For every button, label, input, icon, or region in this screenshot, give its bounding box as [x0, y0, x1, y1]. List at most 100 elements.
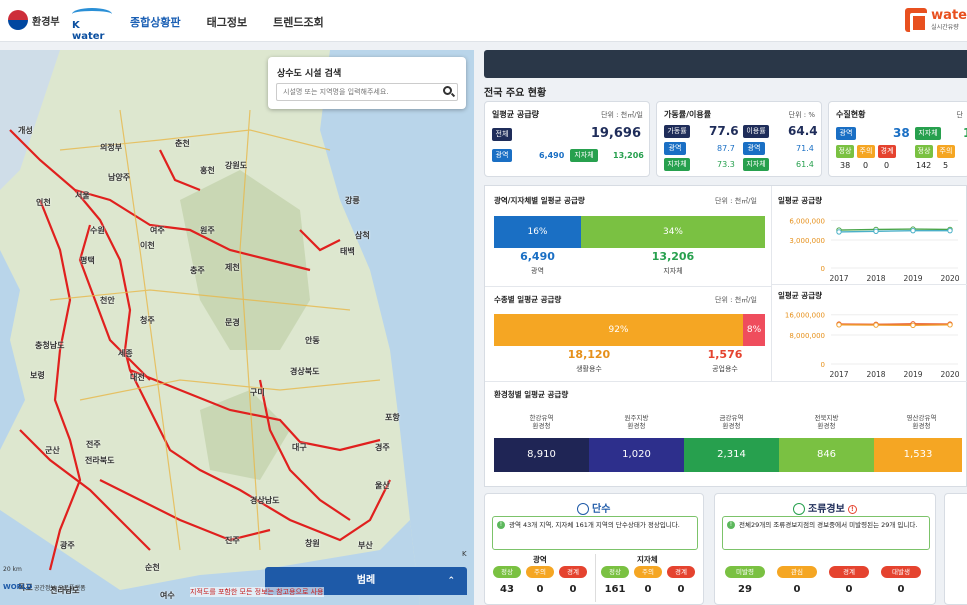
map-place-label[interactable]: 강원도	[225, 160, 247, 171]
map-place-label[interactable]: 천안	[100, 295, 115, 306]
map-place-label[interactable]: 충주	[190, 265, 205, 276]
cut-tag-caution: 주의	[634, 566, 662, 578]
map-place-label[interactable]: 경상북도	[290, 366, 319, 377]
map-place-label[interactable]: 원주	[200, 225, 215, 236]
algae-alert-card[interactable]: 조류경보! ! 전체29개의 조류경보지점의 경보중에서 미발령된는 29개 입니…	[714, 493, 936, 605]
kwater-logo[interactable]: K water	[72, 8, 114, 42]
local-share-bar[interactable]: 34%	[581, 216, 765, 248]
map-place-label[interactable]: 충청남도	[35, 340, 64, 351]
supply-card[interactable]: 일평균 공급량 단위 : 천㎥/일 전체 19,696 광역 6,490 지자체…	[484, 101, 650, 177]
env-agency-bar[interactable]: 1,533	[874, 438, 962, 472]
quality-tag-caution: 주의	[937, 145, 955, 158]
map-place-label[interactable]: 남양주	[108, 172, 130, 183]
industrial-share-bar[interactable]: 8%	[743, 314, 765, 346]
ministry-name: 환경부	[32, 16, 60, 28]
map-place-label[interactable]: 강릉	[345, 195, 360, 206]
supply-trend-chart-1[interactable]: 6,000,000 3,000,000 0 2017 2018 2019 2020	[771, 206, 967, 284]
map-place-label[interactable]: 경주	[375, 442, 390, 453]
map-place-label[interactable]: 창원	[305, 538, 320, 549]
operation-card[interactable]: 가동률/이용률 단위 : % 가동률 77.6 이용률 64.4 광역 87.7…	[656, 101, 822, 177]
alert-icon[interactable]: !	[847, 504, 857, 514]
data-point[interactable]	[947, 227, 953, 234]
map-place-label[interactable]: 경상남도	[250, 495, 279, 506]
brand-logo[interactable]: wate 실시간유량	[905, 8, 967, 33]
map-place-label[interactable]: 대구	[292, 442, 307, 453]
cut-tag-warning: 경계	[667, 566, 695, 578]
y-tick-label: 8,000,000	[789, 332, 825, 340]
map-place-label[interactable]: 광주	[60, 540, 75, 551]
domestic-share-bar[interactable]: 92%	[494, 314, 743, 346]
series-line[interactable]	[838, 228, 951, 231]
env-agency-bar[interactable]: 8,910	[494, 438, 589, 472]
world-logo: WORLD	[3, 583, 33, 591]
env-agency-bar[interactable]: 846	[779, 438, 874, 472]
map-place-label[interactable]: 인천	[36, 197, 51, 208]
map-place-label[interactable]: 구미	[250, 387, 265, 398]
facility-map[interactable]: 개성서울인천 의정부남양주 춘천강원도 홍천강릉원주 여주이천 수원평택충주 제천천안청주세…	[0, 50, 474, 605]
map-place-label[interactable]: 여수	[160, 590, 175, 601]
map-place-label[interactable]: 서울	[75, 190, 90, 201]
env-agency-bar[interactable]: 2,314	[684, 438, 779, 472]
algae-count: 0	[793, 584, 801, 595]
quality-wide-value: 38	[893, 126, 910, 140]
map-place-label[interactable]: 포항	[385, 412, 400, 423]
map-place-label[interactable]: 전주	[86, 439, 101, 450]
map-place-label[interactable]: 개성	[18, 125, 33, 136]
map-place-label[interactable]: 전라북도	[85, 455, 114, 466]
data-point[interactable]	[910, 227, 916, 234]
nav-tag-info[interactable]: 태그정보	[207, 14, 247, 30]
map-place-label[interactable]: 진주	[225, 535, 240, 546]
nav-trend[interactable]: 트렌드조회	[273, 14, 324, 30]
data-point[interactable]	[873, 322, 879, 328]
y-tick-label: 0	[821, 361, 825, 369]
map-place-label[interactable]: 보령	[30, 370, 45, 381]
divider	[595, 554, 596, 602]
algae-count: 0	[897, 584, 905, 595]
water-cut-card[interactable]: 단수 ! 광역 43개 지역, 지자체 161개 지역의 단수상태가 정상입니다.…	[484, 493, 704, 605]
map-place-label[interactable]: 태백	[340, 246, 355, 257]
map-place-label[interactable]: 여주	[150, 225, 165, 236]
data-point[interactable]	[836, 322, 842, 328]
wide-share-bar[interactable]: 16%	[494, 216, 581, 248]
quality-card[interactable]: 수질현황 단 광역 38 지자체 1 정상 주의 경계 38 0 0 정상 주의…	[828, 101, 967, 177]
map-place-label[interactable]: 군산	[45, 445, 60, 456]
map-place-label[interactable]: 부산	[358, 540, 373, 551]
data-point[interactable]	[873, 228, 879, 234]
data-point[interactable]	[947, 322, 953, 328]
ministry-logo[interactable]: 환경부	[8, 10, 60, 30]
data-point[interactable]	[910, 322, 916, 329]
wide-badge: 광역	[492, 149, 512, 162]
data-point[interactable]	[836, 229, 842, 235]
map-place-label[interactable]: 평택	[80, 255, 95, 266]
facility-search-input[interactable]	[276, 83, 458, 101]
algae-tag-none: 미발령	[725, 566, 765, 578]
map-place-label[interactable]: 의정부	[100, 142, 122, 153]
water-cut-header: 단수	[577, 500, 610, 515]
nav-dashboard[interactable]: 종합상황판	[130, 14, 181, 30]
map-place-label[interactable]: 이천	[140, 240, 155, 251]
map-place-label[interactable]: 대전	[130, 372, 145, 383]
map-place-label[interactable]: 제천	[225, 262, 240, 273]
third-status-card[interactable]	[944, 493, 967, 605]
algae-notice: ! 전체29개의 조류경보지점의 경보중에서 미발령된는 29개 입니다.	[722, 516, 930, 550]
map-place-label[interactable]: 순천	[145, 562, 160, 573]
brand-subtitle: 실시간유량	[931, 23, 959, 31]
map-place-label[interactable]: 세종	[118, 348, 133, 359]
supply-trend-chart-2[interactable]: 16,000,000 8,000,000 0 2017 2018 2019 2020	[771, 300, 967, 380]
wide-label: 광역	[531, 267, 544, 275]
map-place-label[interactable]: 울산	[375, 480, 390, 491]
map-disclaimer: 지적도를 포함한 모든 정보는 참고용으로 사용	[190, 587, 324, 597]
map-place-label[interactable]: 안동	[305, 335, 320, 346]
series-line[interactable]	[838, 229, 950, 233]
map-place-label[interactable]: 청주	[140, 315, 155, 326]
map-place-label[interactable]: 홍천	[200, 165, 215, 176]
op-wide-badge: 광역	[664, 142, 686, 155]
map-place-label[interactable]: 문경	[225, 317, 240, 328]
map-place-label[interactable]: 수원	[90, 225, 105, 236]
search-icon[interactable]	[443, 86, 452, 95]
divider	[485, 381, 967, 382]
map-place-label[interactable]: 춘천	[175, 138, 190, 149]
env-agency-bar[interactable]: 1,020	[589, 438, 684, 472]
map-place-label[interactable]: 삼척	[355, 230, 370, 241]
cut-count: 0	[536, 584, 544, 595]
